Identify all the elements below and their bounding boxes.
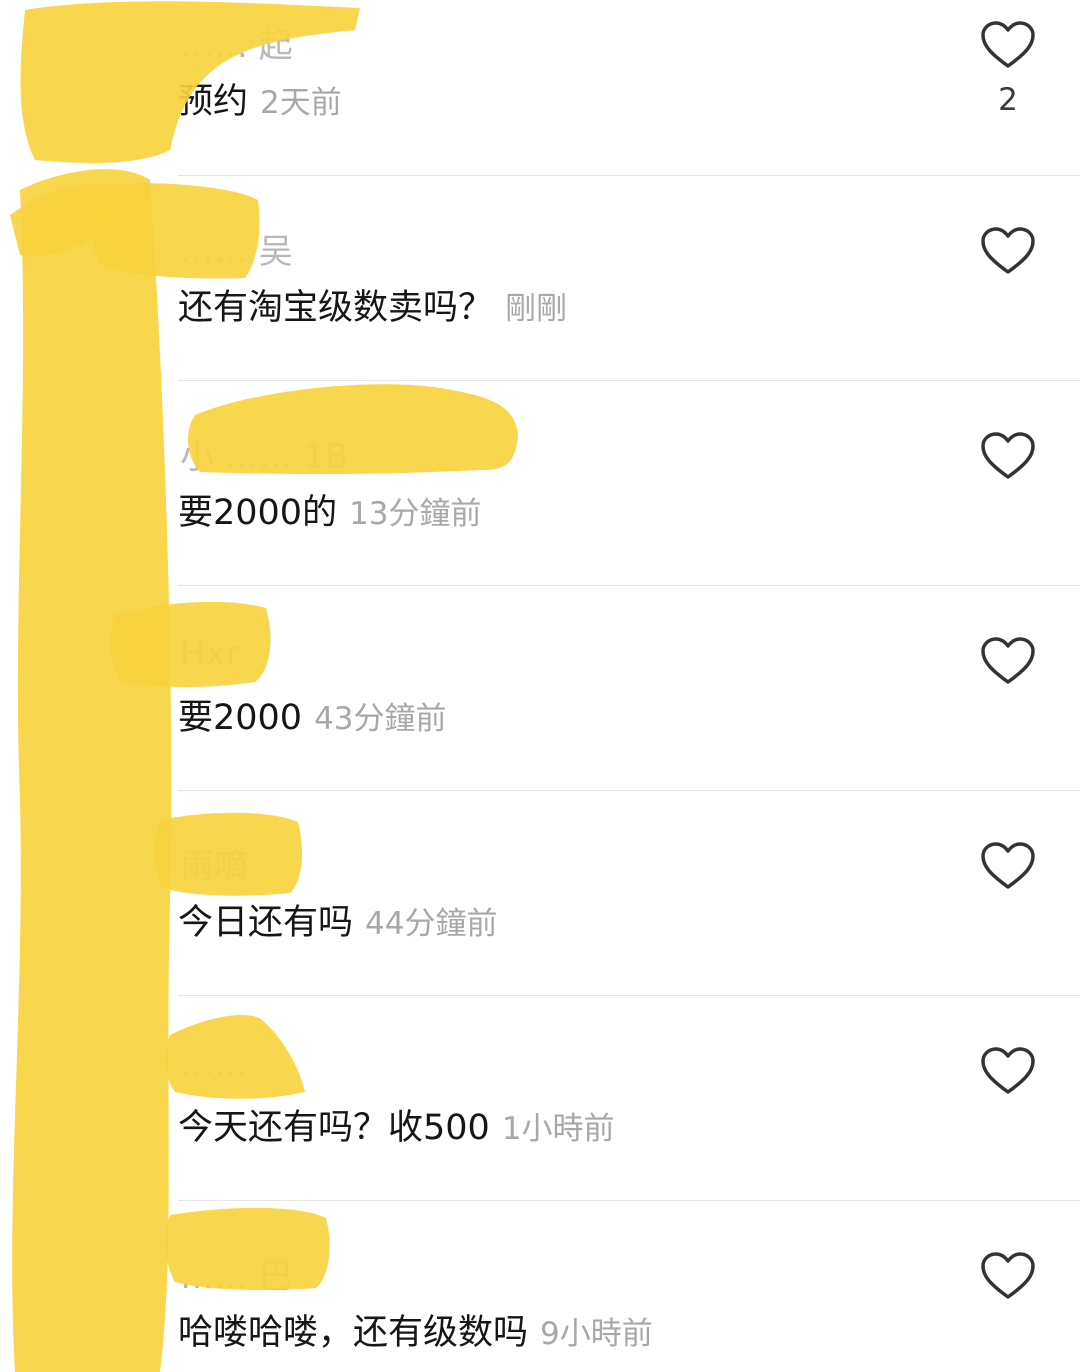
comment-content: 要2000 <box>178 698 303 738</box>
comment-item: …… 起 预约 2天前 2 <box>0 0 1080 205</box>
comment-content: 预约 <box>178 82 249 122</box>
like-button[interactable] <box>980 20 1036 70</box>
comment-text-line: 要2000的 13分鐘前 <box>178 491 482 541</box>
comment-text-line: 今天还有吗？收500 1小時前 <box>178 1106 615 1156</box>
heart-outline-icon <box>981 21 1035 68</box>
heart-outline-icon <box>981 842 1035 889</box>
comment-time: 1小時前 <box>501 1111 615 1147</box>
comment-content: 要2000的 <box>178 493 338 533</box>
heart-outline-icon <box>981 1047 1035 1094</box>
like-button[interactable] <box>980 1046 1036 1096</box>
comment-item: …… 今天还有吗？收500 1小時前 <box>0 996 1080 1201</box>
comment-time: 2天前 <box>260 85 342 121</box>
comment-username[interactable]: 小 …… 1B <box>180 429 349 478</box>
comment-username[interactable]: …… 吴 <box>180 224 293 273</box>
heart-outline-icon <box>981 1252 1035 1299</box>
like-button[interactable] <box>980 636 1036 686</box>
comment-text-line: 还有淘宝级数卖吗？ 剛剛 <box>178 286 567 336</box>
comment-time: 剛剛 <box>505 291 568 327</box>
comment-username[interactable]: …… <box>180 1044 248 1084</box>
comment-content: 今天还有吗？收500 <box>178 1108 490 1148</box>
comment-time: 44分鐘前 <box>365 906 498 942</box>
comment-text-line: 预约 2天前 <box>178 80 342 130</box>
comment-text-line: 今日还有吗 44分鐘前 <box>178 901 497 951</box>
comment-content: 今日还有吗 <box>178 903 354 943</box>
heart-outline-icon <box>981 637 1035 684</box>
comment-item: 兩嘀 今日还有吗 44分鐘前 <box>0 791 1080 996</box>
comment-text-line: 哈喽哈喽，还有级数吗 9小時前 <box>178 1311 653 1361</box>
like-count: 2 <box>998 82 1018 118</box>
comment-item: …… 巴 哈喽哈喽，还有级数吗 9小時前 <box>0 1201 1080 1372</box>
heart-outline-icon <box>981 432 1035 479</box>
like-button[interactable] <box>980 1251 1036 1301</box>
comment-time: 43分鐘前 <box>314 701 447 737</box>
comment-username[interactable]: …… 巴 <box>180 1249 293 1298</box>
comment-item: …… 吴 还有淘宝级数卖吗？ 剛剛 <box>0 176 1080 381</box>
like-button[interactable] <box>980 431 1036 481</box>
heart-outline-icon <box>981 227 1035 274</box>
comment-time: 9小時前 <box>540 1316 653 1352</box>
comment-content: 还有淘宝级数卖吗？ <box>178 288 494 328</box>
comment-item: 小 …… 1B 要2000的 13分鐘前 <box>0 381 1080 586</box>
like-button[interactable] <box>980 226 1036 276</box>
comment-username[interactable]: Hxr <box>180 634 240 674</box>
comment-list: …… 起 预约 2天前 2 …… 吴 还有淘宝级数卖吗？ 剛剛 小 …… 1B 要2… <box>0 0 1080 1372</box>
comment-time: 13分鐘前 <box>349 496 482 532</box>
comment-username[interactable]: …… 起 <box>180 18 293 67</box>
comment-username[interactable]: 兩嘀 <box>180 839 248 888</box>
comment-text-line: 要2000 43分鐘前 <box>178 696 447 746</box>
comment-item: Hxr 要2000 43分鐘前 <box>0 586 1080 791</box>
comment-content: 哈喽哈喽，还有级数吗 <box>178 1313 529 1353</box>
like-button[interactable] <box>980 841 1036 891</box>
